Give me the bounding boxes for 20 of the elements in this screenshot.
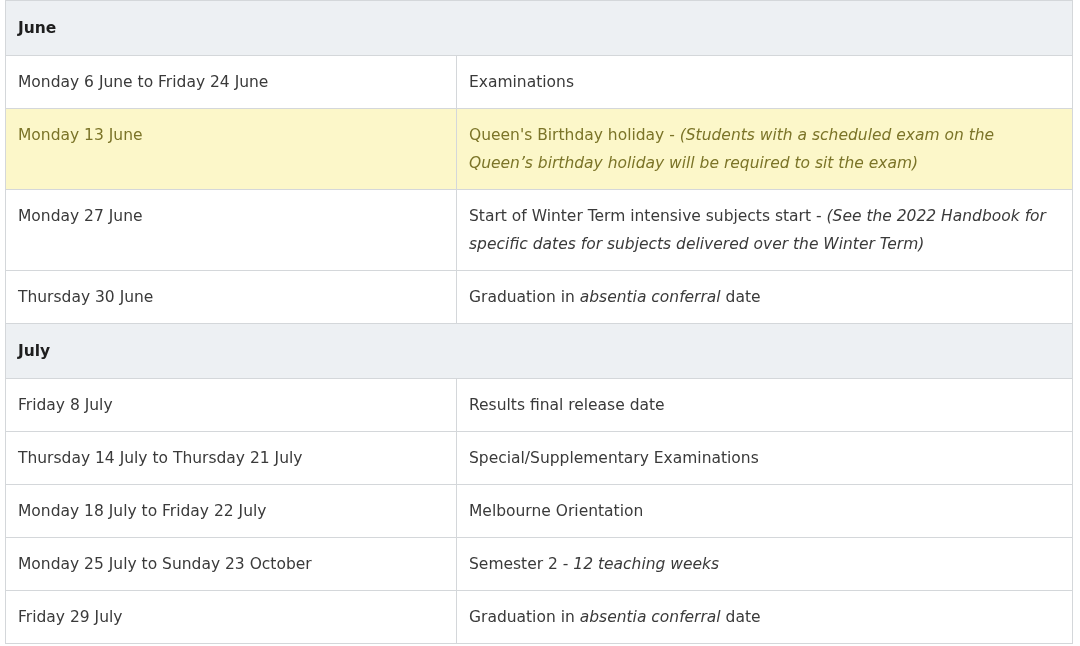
event-cell: Start of Winter Term intensive subjects start - (See the 2022 Handbook for specific dates for subjects delivered over the Winter Term) xyxy=(456,189,1073,271)
date-cell: Monday 13 June xyxy=(5,108,457,190)
date-cell: Friday 8 July xyxy=(5,378,457,432)
event-cell: Graduation in absentia conferral date xyxy=(456,270,1073,324)
event-cell: Semester 2 - 12 teaching weeks xyxy=(456,537,1073,591)
event-cell: Results final release date xyxy=(456,378,1073,432)
event-cell: Melbourne Orientation xyxy=(456,484,1073,538)
month-heading: July xyxy=(5,323,1073,379)
date-cell: Friday 29 July xyxy=(5,590,457,644)
date-cell: Monday 6 June to Friday 24 June xyxy=(5,55,457,109)
month-heading: June xyxy=(5,0,1073,56)
date-cell: Monday 25 July to Sunday 23 October xyxy=(5,537,457,591)
event-cell: Graduation in absentia conferral date xyxy=(456,590,1073,644)
date-cell: Monday 18 July to Friday 22 July xyxy=(5,484,457,538)
event-cell: Examinations xyxy=(456,55,1073,109)
date-cell: Monday 27 June xyxy=(5,189,457,271)
date-cell: Thursday 30 June xyxy=(5,270,457,324)
event-cell: Special/Supplementary Examinations xyxy=(456,431,1073,485)
date-cell: Thursday 14 July to Thursday 21 July xyxy=(5,431,457,485)
event-cell: Queen's Birthday holiday - (Students with a scheduled exam on the Queen’s birthday holiday will be required to sit the exam) xyxy=(456,108,1073,190)
